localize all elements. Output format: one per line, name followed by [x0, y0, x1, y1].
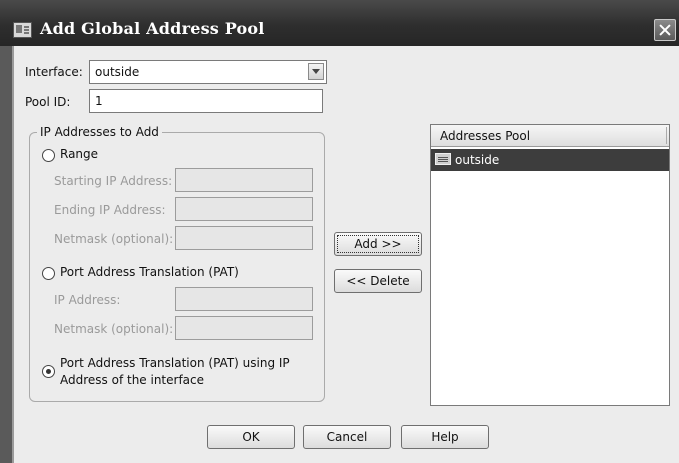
- range-netmask-field[interactable]: [175, 226, 313, 250]
- pat-ip-field[interactable]: [175, 287, 313, 311]
- range-radio[interactable]: [42, 149, 55, 162]
- window-frame: [0, 46, 14, 463]
- list-item[interactable]: outside: [431, 149, 669, 171]
- interface-icon: [435, 153, 451, 165]
- ending-ip-field[interactable]: [175, 197, 313, 221]
- starting-ip-field[interactable]: [175, 168, 313, 192]
- addresses-pool-list[interactable]: Addresses Pool outside: [430, 124, 670, 406]
- interface-select[interactable]: outside: [89, 60, 327, 84]
- pat-interface-radio[interactable]: [42, 365, 55, 378]
- help-button[interactable]: Help: [401, 425, 489, 449]
- range-label: Range: [60, 147, 99, 161]
- ip-addresses-legend: IP Addresses to Add: [37, 125, 162, 139]
- pat-radio[interactable]: [42, 267, 55, 280]
- window-title: Add Global Address Pool: [40, 19, 265, 38]
- dialog-body: Interface: outside Pool ID: 1 IP Address…: [14, 46, 679, 463]
- range-netmask-label: Netmask (optional):: [54, 232, 174, 246]
- ending-ip-label: Ending IP Address:: [54, 203, 166, 217]
- delete-button[interactable]: << Delete: [334, 269, 422, 293]
- dialog-icon: [13, 22, 32, 38]
- chevron-down-icon[interactable]: [308, 63, 324, 80]
- pool-id-field[interactable]: 1: [89, 89, 323, 113]
- close-icon[interactable]: [654, 19, 676, 41]
- pat-label: Port Address Translation (PAT): [60, 265, 239, 279]
- pat-interface-label-line1: Port Address Translation (PAT) using IP: [60, 356, 290, 370]
- pool-id-label: Pool ID:: [25, 95, 71, 109]
- starting-ip-label: Starting IP Address:: [54, 174, 173, 188]
- pat-netmask-label: Netmask (optional):: [54, 322, 174, 336]
- ok-button[interactable]: OK: [207, 425, 295, 449]
- cancel-button[interactable]: Cancel: [303, 425, 391, 449]
- pool-id-value: 1: [95, 94, 103, 108]
- pat-ip-label: IP Address:: [54, 293, 121, 307]
- addresses-pool-header[interactable]: Addresses Pool: [431, 125, 669, 147]
- add-button[interactable]: Add >>: [334, 232, 422, 256]
- interface-label: Interface:: [25, 65, 83, 79]
- pat-netmask-field[interactable]: [175, 316, 313, 340]
- list-item-label: outside: [455, 153, 500, 167]
- pat-interface-label-line2: Address of the interface: [60, 373, 205, 387]
- interface-select-value: outside: [95, 65, 140, 79]
- title-bar[interactable]: Add Global Address Pool: [0, 0, 679, 46]
